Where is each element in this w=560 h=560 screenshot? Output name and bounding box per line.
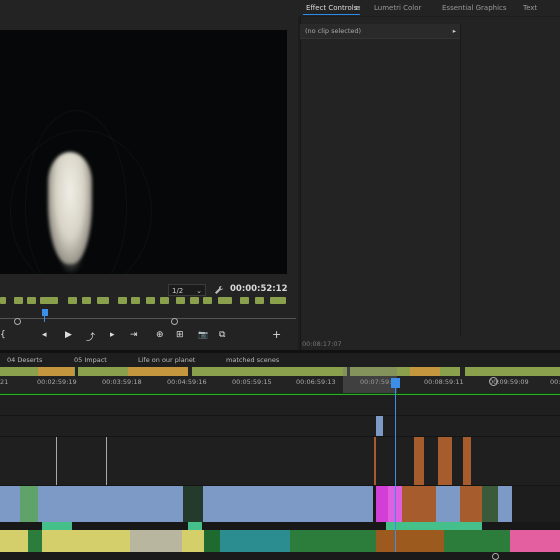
play-button[interactable]: ▶ <box>65 330 72 340</box>
marker-bar <box>38 367 74 376</box>
panel-menu-icon[interactable]: ≡ <box>355 4 361 12</box>
ruler-label: 00:08:59:11 <box>424 378 464 386</box>
scroll-handle[interactable] <box>492 553 499 560</box>
audio-clip[interactable] <box>42 522 72 530</box>
timeline-ruler[interactable]: 21 00:02:59:19 00:03:59:18 00:04:59:16 0… <box>0 367 560 393</box>
step-forward-button[interactable]: ▸ <box>110 330 115 340</box>
monitor-marker-strip <box>0 297 290 305</box>
lift-button[interactable]: ⊕ <box>156 330 164 340</box>
video-clip[interactable] <box>20 486 38 522</box>
expand-icon: ▸ <box>452 27 456 35</box>
video-clip[interactable] <box>436 486 460 522</box>
fit-value: 1/2 <box>172 287 184 295</box>
monitor-playhead[interactable] <box>42 309 48 316</box>
step-forward-icon[interactable]: ⤴ <box>86 330 95 343</box>
audio-clip[interactable] <box>28 530 42 552</box>
mark-out-button[interactable]: { <box>0 330 6 340</box>
marker-bar <box>410 367 440 376</box>
ruler-zoom-handle[interactable] <box>489 377 498 386</box>
audio-clip[interactable] <box>188 522 202 530</box>
tab-effect-controls[interactable]: Effect Controls <box>306 4 357 12</box>
zoom-handle-right[interactable] <box>171 318 178 325</box>
program-video-frame[interactable] <box>0 30 287 274</box>
timeline-scrollbar[interactable] <box>0 552 560 560</box>
whale-image <box>48 152 92 264</box>
add-button[interactable]: + <box>272 328 281 341</box>
marker-bar <box>192 367 347 376</box>
audio-clip[interactable] <box>130 530 182 552</box>
empty-gap <box>512 486 560 522</box>
audio-clip[interactable] <box>444 530 510 552</box>
no-clip-label: (no clip selected) <box>305 27 362 35</box>
ruler-label: 00:03:59:18 <box>102 378 142 386</box>
sequence-tabs: 04 Deserts 05 Impact Life on our planet … <box>0 353 560 367</box>
timeline-playhead-line <box>395 388 396 560</box>
tab-05-impact[interactable]: 05 Impact <box>74 356 107 364</box>
tab-essential-graphics[interactable]: Essential Graphics <box>442 4 507 12</box>
video-clip[interactable] <box>460 486 482 522</box>
edit-line <box>106 437 107 485</box>
camera-icon[interactable]: 📷 <box>198 330 208 339</box>
video-clip[interactable] <box>376 486 388 522</box>
ruler-label: 00:04:59:16 <box>167 378 207 386</box>
ruler-label: 00:05:59:15 <box>232 378 272 386</box>
video-track-1[interactable] <box>0 486 560 523</box>
ruler-label: 00:06:59:13 <box>296 378 336 386</box>
effect-controls-timecode: 00:08:17:07 <box>302 340 342 348</box>
program-timecode[interactable]: 00:00:52:12 <box>230 284 288 294</box>
audio-clip[interactable] <box>220 530 290 552</box>
ruler-label: 00: <box>550 378 560 386</box>
comparison-view-button[interactable]: ⧉ <box>219 330 225 340</box>
audio-clip[interactable] <box>0 530 28 552</box>
audio-clip[interactable] <box>376 530 444 552</box>
tab-life-on-our-planet[interactable]: Life on our planet <box>138 356 195 364</box>
video-clip[interactable] <box>482 486 498 522</box>
work-area-bar[interactable] <box>343 367 397 393</box>
audio-track-1[interactable] <box>0 522 560 553</box>
video-clip[interactable] <box>376 416 383 436</box>
video-clip[interactable] <box>498 486 512 522</box>
video-clip[interactable] <box>402 486 436 522</box>
tab-matched-scenes[interactable]: matched scenes <box>226 356 279 364</box>
video-clip[interactable] <box>438 437 452 485</box>
video-clip[interactable] <box>183 486 203 522</box>
extract-button[interactable]: ⊞ <box>176 330 184 340</box>
marker-bar <box>128 367 188 376</box>
active-tab-underline <box>303 14 360 15</box>
video-track-4[interactable] <box>0 395 560 416</box>
timeline-playhead[interactable] <box>391 378 400 388</box>
panel-splitter[interactable] <box>460 24 461 336</box>
audio-clip[interactable] <box>204 530 220 552</box>
zoom-handle-left[interactable] <box>14 318 21 325</box>
audio-clip[interactable] <box>42 530 130 552</box>
tab-text[interactable]: Text <box>523 4 537 12</box>
effect-controls-panel <box>300 17 560 352</box>
audio-clip[interactable] <box>386 522 482 530</box>
step-back-button[interactable]: ◂ <box>42 330 47 340</box>
ruler-label: 21 <box>0 378 9 386</box>
clip-selector[interactable]: (no clip selected) ▸ <box>300 24 460 39</box>
go-to-out-button[interactable]: ⇥ <box>130 330 138 340</box>
fit-dropdown[interactable]: 1/2 ⌄ <box>168 284 206 296</box>
video-clip[interactable] <box>414 437 424 485</box>
chevron-down-icon: ⌄ <box>196 287 202 295</box>
audio-clip[interactable] <box>182 530 204 552</box>
tab-04-deserts[interactable]: 04 Deserts <box>7 356 42 364</box>
marker-bar <box>465 367 560 376</box>
tab-lumetri-color[interactable]: Lumetri Color <box>374 4 421 12</box>
edit-line <box>56 437 57 485</box>
video-track-3[interactable] <box>0 416 560 437</box>
video-clip[interactable] <box>374 437 376 485</box>
video-track-2[interactable] <box>0 437 560 486</box>
audio-clip[interactable] <box>510 530 560 552</box>
audio-clip[interactable] <box>290 530 376 552</box>
monitor-playhead-line <box>44 316 45 322</box>
ruler-label: 00:02:59:19 <box>37 378 77 386</box>
video-clip[interactable] <box>203 486 373 522</box>
video-clip[interactable] <box>463 437 471 485</box>
